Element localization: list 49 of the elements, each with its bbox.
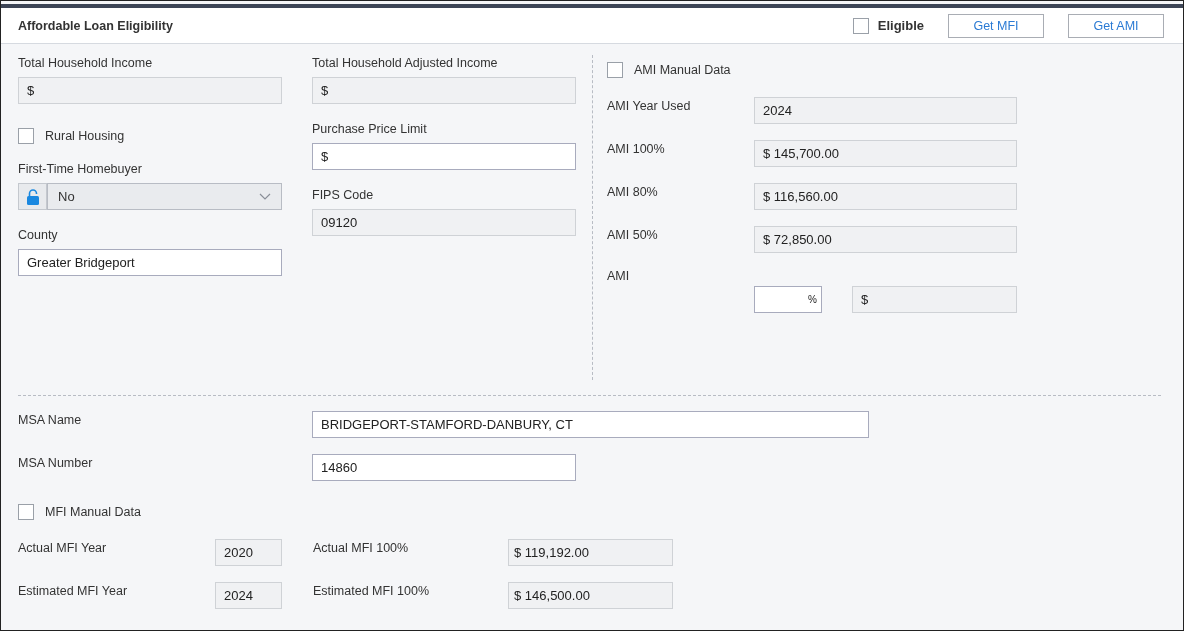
field-label: AMI 80% [607, 184, 659, 199]
field-label: County [18, 228, 59, 242]
percent-field[interactable]: % [754, 286, 822, 313]
input-field[interactable]: 14860 [312, 454, 576, 481]
input-field[interactable]: 2024 [215, 582, 282, 609]
field-label: Total Household Adjusted Income [312, 56, 499, 70]
lock-button[interactable] [18, 183, 47, 210]
select-dropdown[interactable]: No [47, 183, 282, 210]
field-label: AMI [607, 269, 631, 283]
padlock-icon [25, 188, 40, 205]
field-label: Actual MFI 100% [313, 540, 410, 555]
input-field[interactable]: $ 116,560.00 [754, 183, 1017, 210]
field-label: AMI Year Used [607, 98, 692, 113]
input-field[interactable]: $ 145,700.00 [754, 140, 1017, 167]
field-label: Total Household Income [18, 56, 154, 70]
eligible-checkbox[interactable] [852, 17, 869, 34]
field-label: Estimated MFI Year [18, 583, 129, 598]
chevron-down-icon [259, 193, 271, 200]
input-field[interactable]: BRIDGEPORT-STAMFORD-DANBURY, CT [312, 411, 869, 438]
input-field[interactable]: $ [18, 77, 282, 104]
field-label: AMI 50% [607, 227, 659, 242]
input-field[interactable]: 2020 [215, 539, 282, 566]
checkbox-label: Eligible [877, 18, 924, 33]
field-label: MSA Number [18, 455, 94, 470]
input-field[interactable]: $ [312, 143, 576, 170]
field-label: Estimated MFI 100% [313, 583, 430, 598]
field-label: MSA Name [18, 412, 83, 427]
input-field[interactable]: 2024 [754, 97, 1017, 124]
checkbox-label: AMI Manual Data [634, 63, 731, 77]
input-field[interactable]: $ 146,500.00 [508, 582, 673, 609]
checkbox[interactable] [607, 62, 623, 78]
field-label: AMI 100% [607, 141, 666, 156]
action-button[interactable]: Get MFI [948, 13, 1044, 38]
section-title: Affordable Loan Eligibility [18, 18, 173, 33]
field-label: Actual MFI Year [18, 540, 108, 555]
input-field[interactable]: $ [852, 286, 1017, 313]
checkbox-label: MFI Manual Data [45, 505, 141, 519]
checkbox[interactable] [18, 128, 34, 144]
checkbox[interactable] [18, 504, 34, 520]
input-field[interactable]: 09120 [312, 209, 576, 236]
input-field[interactable]: Greater Bridgeport [18, 249, 282, 276]
action-button[interactable]: Get AMI [1068, 13, 1164, 38]
field-label: First-Time Homebuyer [18, 162, 143, 176]
input-field[interactable]: $ 72,850.00 [754, 226, 1017, 253]
checkbox-label: Rural Housing [45, 129, 125, 143]
field-label: FIPS Code [312, 188, 375, 202]
input-field[interactable]: $ 119,192.00 [508, 539, 673, 566]
field-label: Purchase Price Limit [312, 122, 428, 136]
input-field[interactable]: $ [312, 77, 576, 104]
